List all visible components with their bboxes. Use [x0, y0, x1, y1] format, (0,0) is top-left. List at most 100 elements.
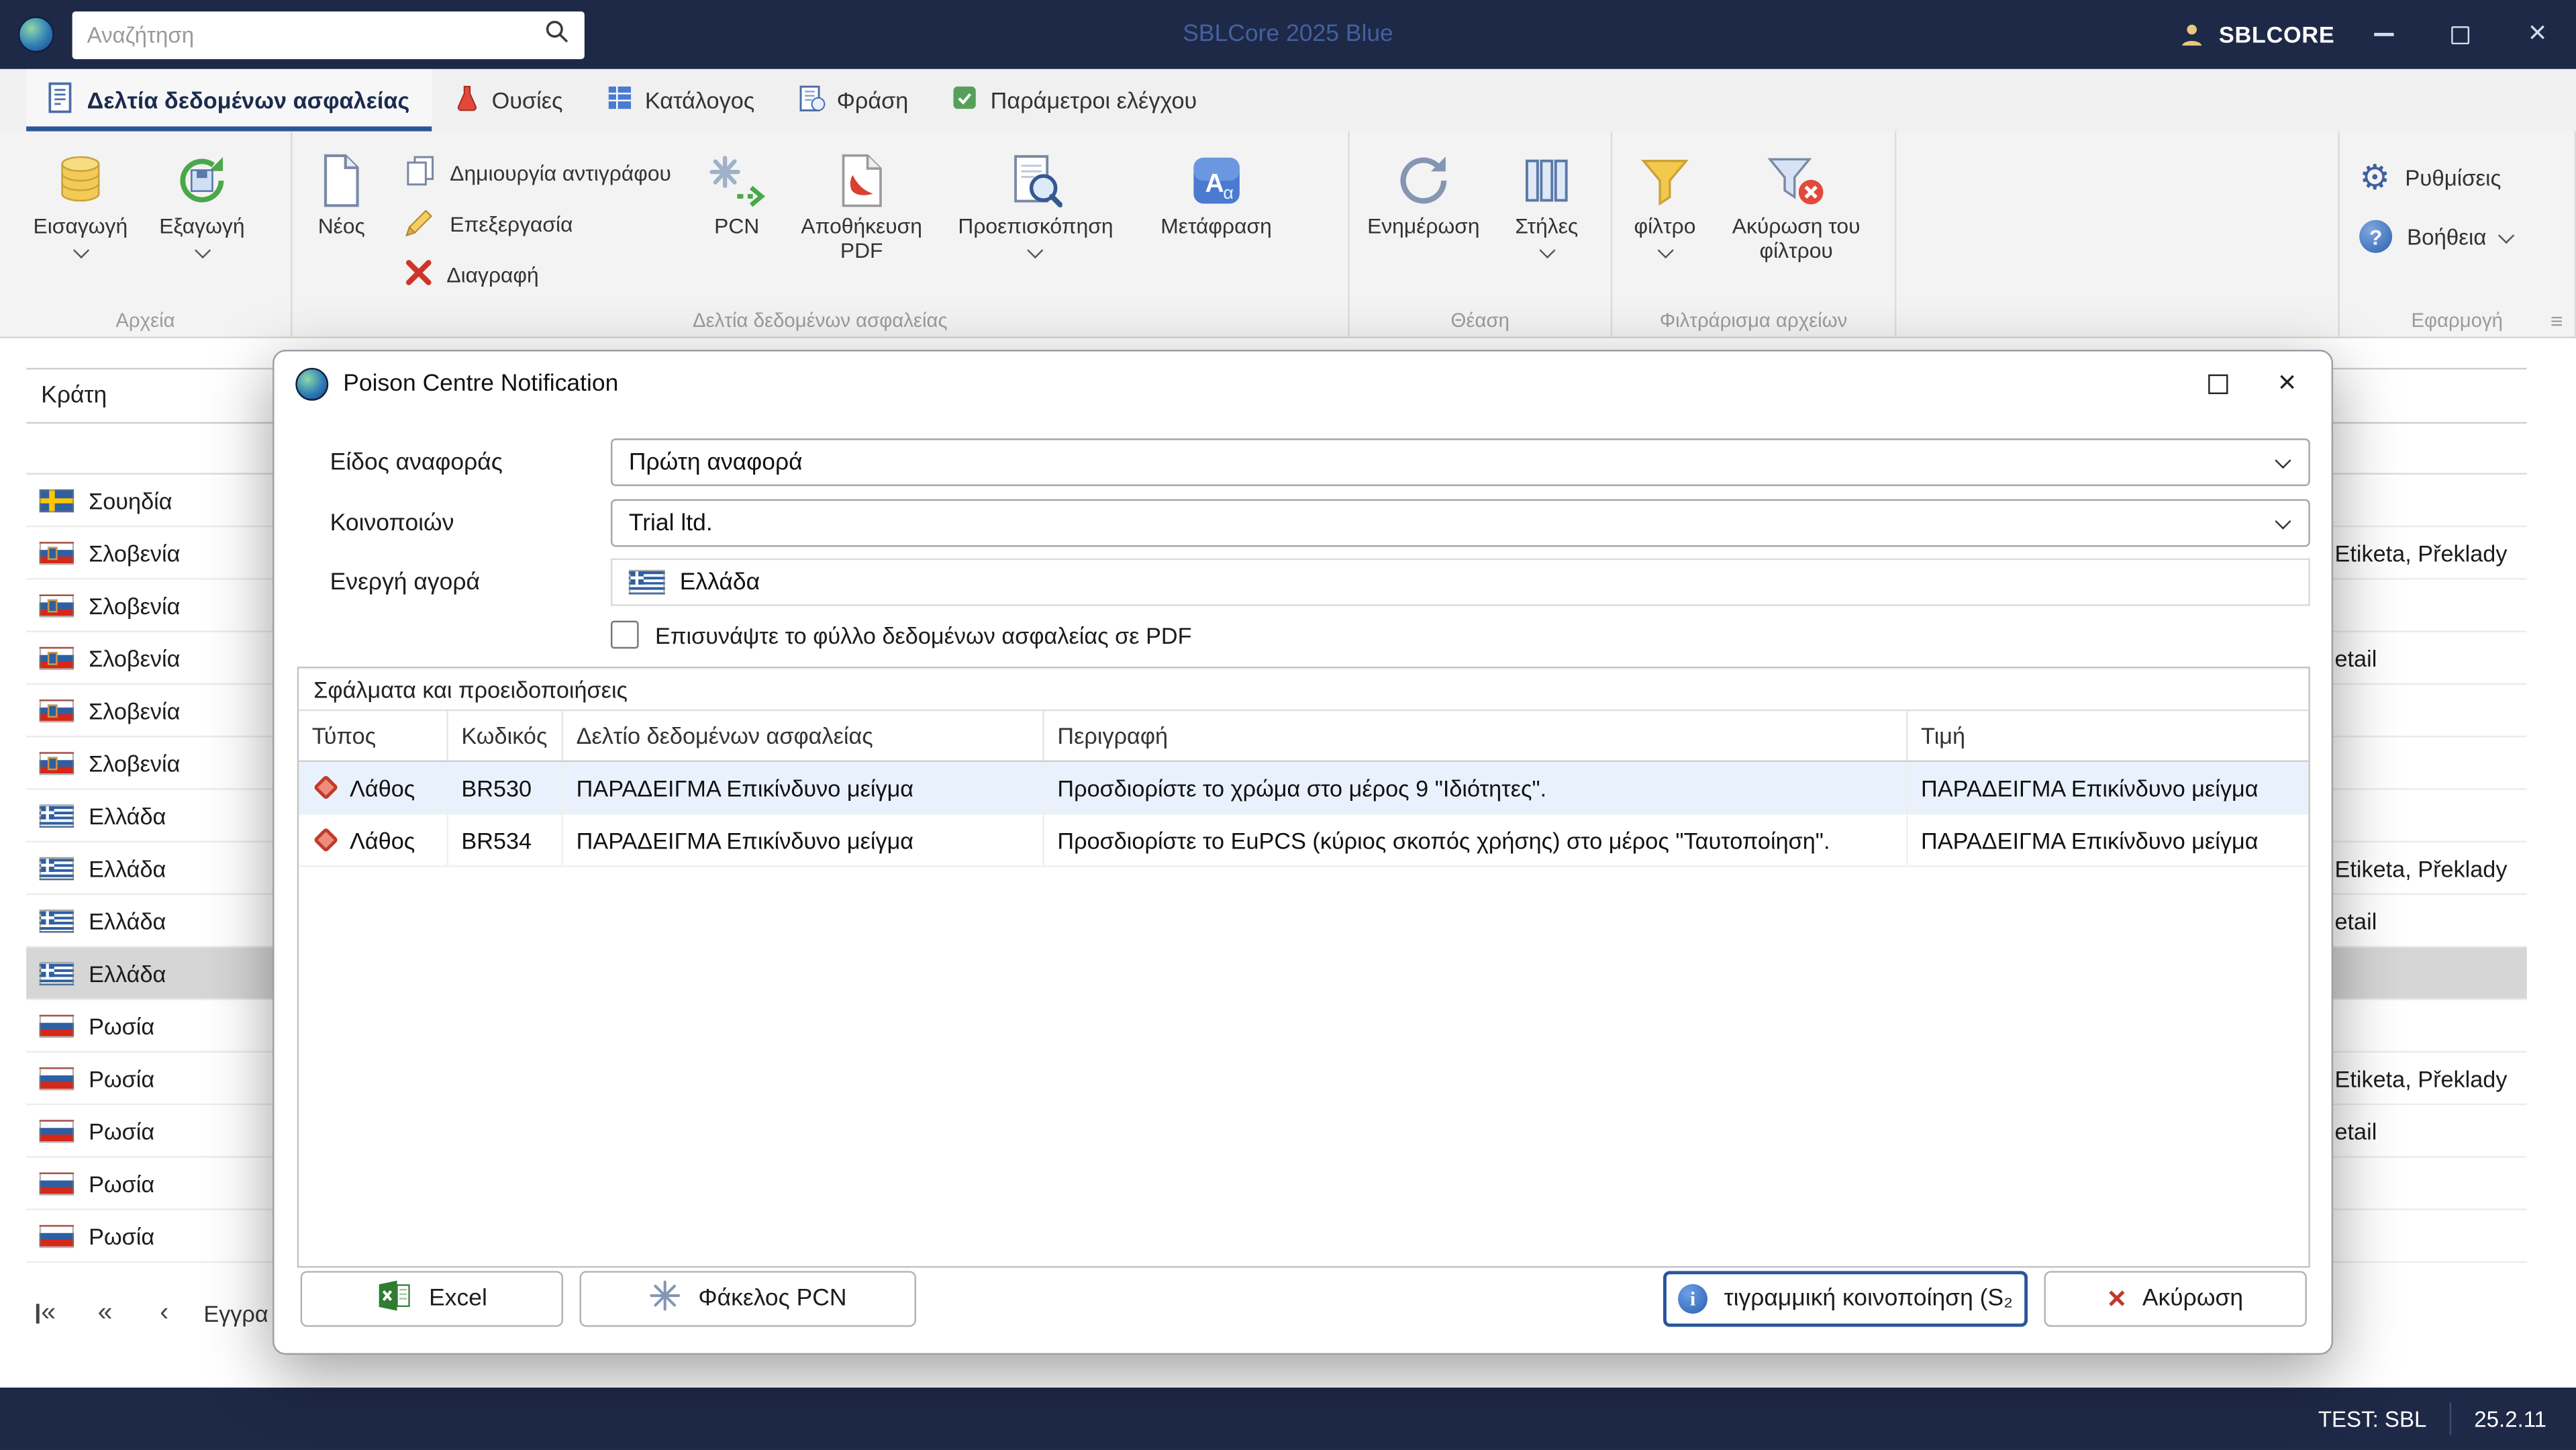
error-diamond-icon [313, 775, 339, 800]
help-button[interactable]: ? Βοήθεια [2343, 207, 2571, 266]
maximize-button[interactable] [2422, 0, 2499, 69]
error-table-row[interactable]: Λάθος BR534 ΠΑΡΑΔΕΙΓΜΑ Επικίνδυνο μείγμα… [299, 814, 2308, 867]
user-icon [2178, 19, 2208, 49]
column-header-code[interactable]: Κωδικός [448, 711, 563, 760]
error-code: BR530 [448, 762, 563, 813]
report-type-select[interactable]: Πρώτη αναφορά [611, 438, 2310, 486]
clear-filter-button[interactable]: Ακύρωση του φίλτρου [1714, 138, 1879, 264]
country-flag-icon [40, 541, 74, 564]
export-label: Εξαγωγή [159, 215, 244, 240]
country-flag-icon [40, 1067, 74, 1090]
dialog-close-button[interactable]: × [2252, 353, 2322, 416]
ribbon-tab-bar: Δελτία δεδομένων ασφαλείας Ουσίες Κατάλο… [0, 69, 2576, 132]
country-flag-icon [40, 909, 74, 932]
version-label: 25.2.11 [2474, 1406, 2546, 1431]
error-table-row[interactable]: Λάθος BR530 ΠΑΡΑΔΕΙΓΜΑ Επικίνδυνο μείγμα… [299, 762, 2308, 814]
prev-page-button[interactable]: ‹ [144, 1292, 184, 1335]
country-name: Ελλάδα [89, 960, 166, 986]
ribbon-group-view: Ενημέρωση Στήλες Θέαση [1350, 132, 1612, 337]
tab-phrase[interactable]: Φράση [776, 69, 930, 132]
edit-button[interactable]: Επεξεργασία [394, 199, 681, 250]
column-header-sds[interactable]: Δελτίο δεδομένων ασφαλείας [563, 711, 1044, 760]
dialog-title: Poison Centre Notification [343, 371, 618, 397]
errors-table-body: Λάθος BR530 ΠΑΡΑΔΕΙΓΜΑ Επικίνδυνο μείγμα… [299, 762, 2308, 867]
column-header-description[interactable]: Περιγραφή [1044, 711, 1908, 760]
translate-button[interactable]: Aα Μετάφραση [1134, 138, 1299, 240]
settings-label: Ρυθμίσεις [2405, 165, 2501, 190]
pcn-dialog: Poison Centre Notification × Είδος αναφο… [273, 350, 2333, 1355]
column-header-type[interactable]: Τύπος [299, 711, 448, 760]
column-header-value[interactable]: Τιμή [1908, 711, 2308, 760]
new-button[interactable]: Νέος [295, 138, 387, 240]
report-type-value: Πρώτη αναφορά [629, 449, 803, 475]
country-flag-icon [40, 1014, 74, 1037]
excel-label: Excel [429, 1286, 487, 1312]
catalog-tab-icon [605, 84, 634, 117]
cancel-label: Ακύρωση [2142, 1286, 2243, 1312]
country-flag-icon [40, 961, 74, 984]
error-diamond-icon [313, 827, 339, 853]
tab-substances[interactable]: Ουσίες [431, 69, 584, 132]
excel-button[interactable]: Excel [301, 1271, 563, 1326]
country-name: Ρωσία [89, 1222, 154, 1249]
settings-button[interactable]: ⚙ Ρυθμίσεις [2343, 148, 2571, 207]
substances-tab-icon [452, 84, 481, 117]
duplicate-button[interactable]: Δημιουργία αντιγράφου [394, 148, 681, 199]
notifier-select[interactable]: Trial ltd. [611, 499, 2310, 547]
country-flag-icon [40, 593, 74, 616]
preview-button[interactable]: Προεπισκόπηση [937, 138, 1134, 256]
error-type: Λάθος [350, 827, 415, 853]
prev-block-button[interactable]: « [85, 1292, 125, 1335]
country-name: Ελλάδα [89, 802, 166, 828]
cancel-button[interactable]: × Ακύρωση [2044, 1271, 2307, 1326]
delete-button[interactable]: Διαγραφή [394, 250, 681, 301]
columns-button[interactable]: Στήλες [1494, 138, 1599, 256]
import-button[interactable]: Εισαγωγή [19, 138, 141, 256]
minimize-button[interactable] [2344, 0, 2422, 69]
first-page-button[interactable]: « [26, 1292, 66, 1335]
export-icon [174, 146, 230, 215]
check-parameters-tab-icon [951, 84, 979, 117]
app-window: SBLCore 2025 Blue SBLCORE × Δελτία δεδομ… [0, 0, 2576, 1450]
online-notification-button[interactable]: i τιγραμμική κοινοποίηση (S₂ [1663, 1271, 2028, 1326]
country-flag-icon [40, 1224, 74, 1247]
active-market-value: Ελλάδα [680, 569, 760, 595]
tab-label: Δελτία δεδομένων ασφαλείας [87, 87, 410, 113]
ribbon-group-label: Δελτία δεδομένων ασφαλείας [292, 309, 1348, 332]
search-input[interactable] [87, 22, 544, 47]
country-name: Ρωσία [89, 1065, 154, 1091]
save-pdf-button[interactable]: Αποθήκευση PDF [786, 138, 937, 264]
refresh-button[interactable]: Ενημέρωση [1353, 138, 1494, 240]
country-flag-icon [40, 804, 74, 826]
pcn-folder-button[interactable]: Φάκελος PCN [580, 1271, 916, 1326]
search-box[interactable] [72, 11, 585, 58]
error-type: Λάθος [350, 774, 415, 800]
pcn-button[interactable]: PCN [687, 138, 786, 240]
dialog-launcher-icon[interactable]: ≡ [2550, 309, 2563, 334]
country-name: Σουηδία [89, 487, 172, 513]
attach-pdf-checkbox[interactable] [611, 621, 639, 649]
chevron-down-icon [1028, 242, 1044, 258]
search-icon[interactable] [544, 17, 570, 52]
records-label: Εγγρα [203, 1300, 268, 1326]
country-flag-icon [40, 1119, 74, 1142]
country-name: Σλοβενία [89, 592, 180, 618]
dialog-maximize-button[interactable] [2183, 353, 2252, 416]
filter-button[interactable]: φίλτρο [1616, 138, 1714, 256]
phrase-tab-icon [797, 83, 826, 117]
help-icon: ? [2359, 220, 2392, 253]
country-flag-icon [40, 646, 74, 669]
tab-check-parameters[interactable]: Παράμετροι ελέγχου [930, 69, 1218, 132]
row-right-fragment: etail [2334, 644, 2377, 671]
ribbon-group-label: Εφαρμογή [2340, 309, 2575, 332]
new-label: Νέος [318, 215, 365, 240]
tab-label: Παράμετροι ελέγχου [991, 87, 1197, 113]
pdf-icon [837, 146, 886, 215]
active-market-field[interactable]: Ελλάδα [611, 559, 2310, 606]
export-button[interactable]: Εξαγωγή [141, 138, 262, 256]
tab-safety-data-sheets[interactable]: Δελτία δεδομένων ασφαλείας [26, 69, 431, 132]
tab-catalog[interactable]: Κατάλογος [584, 69, 776, 132]
close-button[interactable]: × [2499, 0, 2576, 69]
chevron-down-icon [2499, 227, 2515, 243]
svg-text:A: A [1205, 169, 1224, 198]
